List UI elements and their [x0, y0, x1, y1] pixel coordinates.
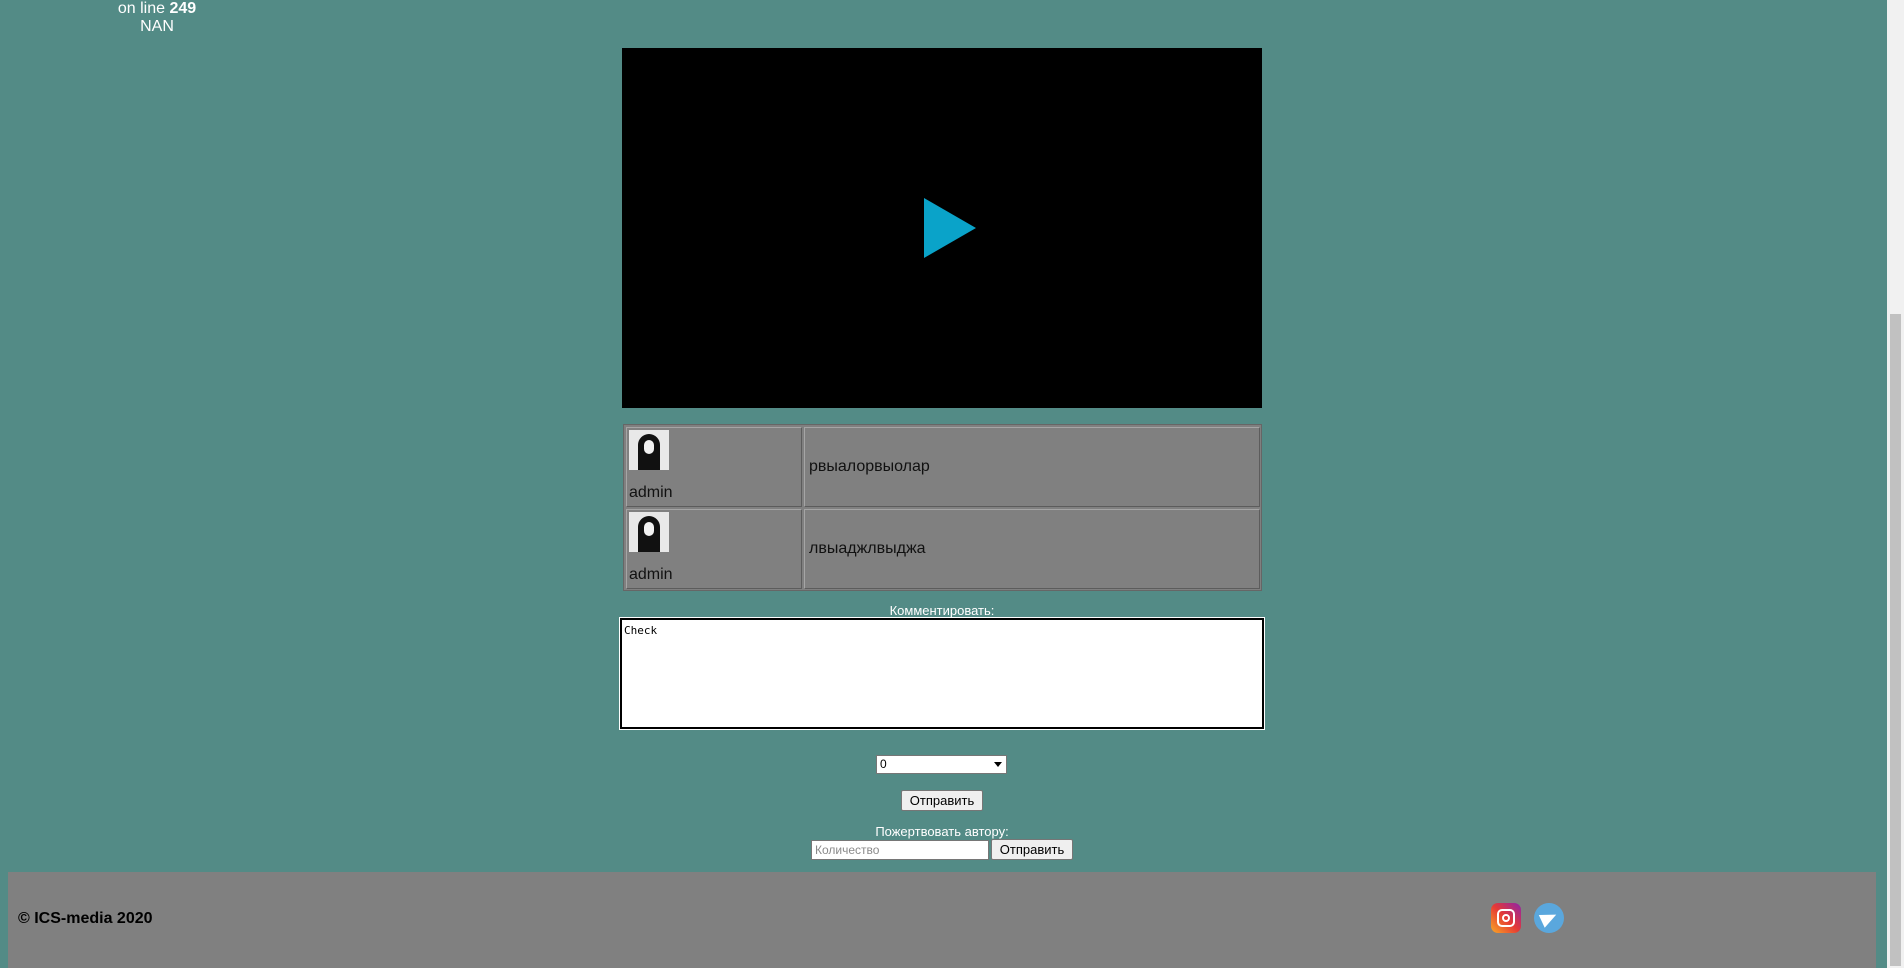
comment-row: admin лвыаджлвыджа — [626, 509, 1260, 589]
comment-author-cell: admin — [626, 509, 802, 589]
comment-text-cell: лвыаджлвыджа — [804, 509, 1260, 589]
online-count: 249 — [169, 0, 197, 17]
online-counter: on line 249 NAN — [112, 0, 202, 36]
donate-label: Пожертвовать автору: — [875, 824, 1009, 839]
telegram-icon[interactable] — [1534, 903, 1564, 933]
comment-label: Комментировать: — [889, 603, 995, 618]
comments-table: admin рвыалорвыолар admin лвыаджлвыджа — [623, 424, 1262, 591]
comment-text: лвыаджлвыджа — [809, 540, 926, 557]
chevron-down-icon — [994, 762, 1002, 767]
copyright: © ICS-media 2020 — [18, 910, 153, 927]
avatar — [629, 430, 669, 470]
comment-text: рвыалорвыолар — [809, 458, 930, 475]
rating-select[interactable]: 0 — [876, 755, 1007, 774]
comment-text-cell: рвыалорвыолар — [804, 427, 1260, 507]
donate-submit-button[interactable]: Отправить — [991, 839, 1073, 860]
comment-author: admin — [629, 484, 673, 501]
footer: © ICS-media 2020 — [8, 872, 1876, 968]
comment-row: admin рвыалорвыолар — [626, 427, 1260, 507]
comment-textarea[interactable]: Check — [619, 617, 1265, 730]
comment-author-cell: admin — [626, 427, 802, 507]
comment-author: admin — [629, 566, 673, 583]
status-text: NAN — [140, 18, 174, 35]
rating-select-value: 0 — [880, 757, 887, 771]
play-icon[interactable] — [924, 198, 976, 258]
instagram-icon[interactable] — [1491, 903, 1521, 933]
avatar — [629, 512, 669, 552]
scrollbar[interactable] — [1887, 0, 1904, 968]
donate-amount-input[interactable]: Количество — [811, 840, 989, 860]
scrollbar-thumb[interactable] — [1890, 314, 1901, 966]
comment-submit-button[interactable]: Отправить — [901, 790, 983, 811]
online-label: on line — [117, 0, 165, 17]
